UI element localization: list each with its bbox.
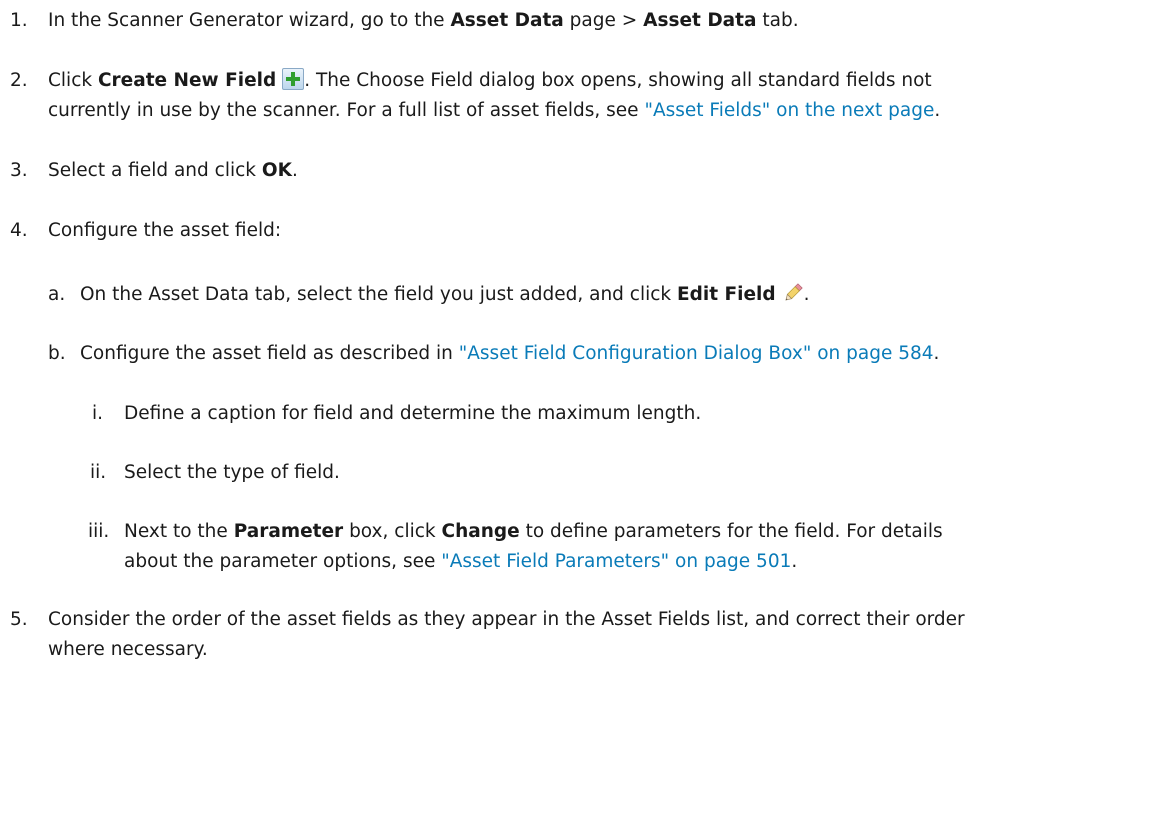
asset-field-parameters-link[interactable]: "Asset Field Parameters" on page 501 xyxy=(441,551,791,572)
step-4b-iii: iii. Next to the Parameter box, click Cha… xyxy=(88,517,943,547)
step-text: page > xyxy=(563,10,644,31)
step-number: 4. xyxy=(10,220,28,241)
step-text: Click xyxy=(48,70,98,91)
step-text: . The Choose Field dialog box opens, sho… xyxy=(304,70,932,91)
step-text: Select a field and click xyxy=(48,160,262,181)
step-number: 2. xyxy=(10,70,28,91)
step-text: . xyxy=(934,100,941,121)
step-2-continued: currently in use by the scanner. For a f… xyxy=(48,96,1149,126)
bold-term: Parameter xyxy=(233,521,344,542)
bold-term: Create New Field xyxy=(97,70,277,91)
step-number: 3. xyxy=(10,160,28,181)
asset-fields-link[interactable]: "Asset Fields" on the next page xyxy=(644,100,934,121)
step-text: Next to the xyxy=(124,521,234,542)
step-3: 3. Select a field and click OK. xyxy=(10,156,1149,186)
substep-roman: iii. xyxy=(88,521,110,542)
bold-term: Asset Data xyxy=(643,10,757,31)
step-2: 2. Click Create New Field . The Choose Fie… xyxy=(10,66,1149,96)
step-text: currently in use by the scanner. For a f… xyxy=(48,100,645,121)
step-5: 5. Consider the order of the asset fields… xyxy=(10,605,1149,635)
step-text: . xyxy=(291,160,298,181)
step-4b: b. Configure the asset field as described… xyxy=(48,339,939,369)
step-text: . xyxy=(933,343,940,364)
bold-term: Asset Data xyxy=(450,10,564,31)
step-text: Configure the asset field as described i… xyxy=(80,343,459,364)
step-4: 4. Configure the asset field: xyxy=(10,216,1149,246)
step-text: Select the type of field. xyxy=(124,462,340,483)
step-text: Define a caption for field and determine… xyxy=(124,403,702,424)
step-text: about the parameter options, see xyxy=(124,551,442,572)
substep-letter: a. xyxy=(48,284,66,305)
step-4b-ii: ii. Select the type of field. xyxy=(88,458,340,488)
step-text: where necessary. xyxy=(48,639,208,660)
step-text: . xyxy=(791,551,798,572)
substep-roman: ii. xyxy=(90,462,107,483)
step-text: . xyxy=(803,284,810,305)
bold-term: Edit Field xyxy=(677,284,776,305)
step-5-continued: where necessary. xyxy=(48,635,1149,665)
step-text: Configure the asset field: xyxy=(48,220,282,241)
step-4b-iii-continued: about the parameter options, see "Asset … xyxy=(124,547,797,577)
step-1: 1. In the Scanner Generator wizard, go to… xyxy=(10,6,1149,36)
step-4b-i: i. Define a caption for field and determi… xyxy=(88,399,701,429)
substep-letter: b. xyxy=(48,343,66,364)
add-field-icon xyxy=(282,68,305,90)
step-text: On the Asset Data tab, select the field … xyxy=(80,284,678,305)
step-text: box, click xyxy=(343,521,442,542)
asset-field-config-link[interactable]: "Asset Field Configuration Dialog Box" o… xyxy=(459,343,934,364)
bold-term: OK xyxy=(261,160,292,181)
step-text: Consider the order of the asset fields a… xyxy=(48,609,965,630)
step-text: tab. xyxy=(756,10,799,31)
pencil-icon xyxy=(782,282,804,304)
instruction-page: 1. In the Scanner Generator wizard, go to… xyxy=(0,0,1167,830)
step-number: 5. xyxy=(10,609,28,630)
substep-roman: i. xyxy=(92,403,104,424)
step-text: In the Scanner Generator wizard, go to t… xyxy=(48,10,451,31)
step-text: to define parameters for the field. For … xyxy=(519,521,943,542)
bold-term: Change xyxy=(441,521,520,542)
step-4a: a. On the Asset Data tab, select the fiel… xyxy=(48,280,810,310)
step-number: 1. xyxy=(10,10,28,31)
